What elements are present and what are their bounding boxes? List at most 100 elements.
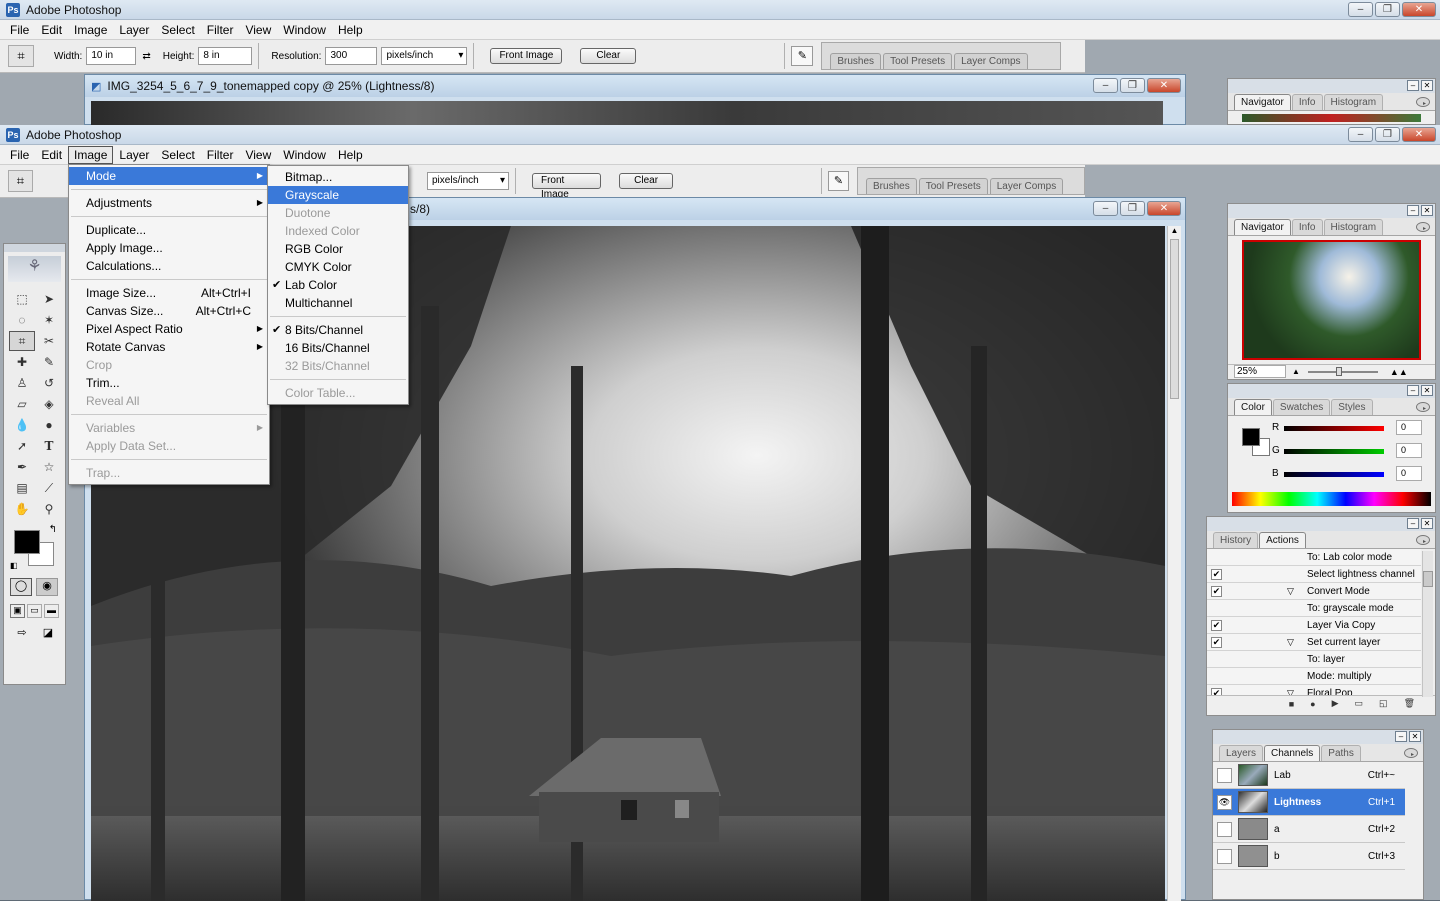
g-input[interactable]: 0 [1396,443,1422,458]
tab-navigator[interactable]: Navigator [1234,94,1291,110]
swap-icon[interactable]: ⇄ [142,51,150,62]
well-tab-tool-presets[interactable]: Tool Presets [883,53,953,69]
minimize-icon[interactable]: – [1093,78,1118,93]
close-icon[interactable]: ✕ [1402,127,1436,142]
menu-item-16-bits-channel[interactable]: 16 Bits/Channel [268,339,408,357]
new-action-icon[interactable]: ◱ [1379,698,1388,709]
blur-tool-icon[interactable]: 💧 [9,415,35,435]
action-row[interactable]: ✔ ▽ Set current layer [1207,634,1421,651]
expand-triangle-icon[interactable]: ▽ [1287,688,1294,696]
panel-close-icon[interactable]: ✕ [1421,385,1433,396]
action-toggle-checkbox[interactable]: ✔ [1211,687,1222,695]
units-select[interactable]: pixels/inch ▾ [381,47,468,65]
tab-actions[interactable]: Actions [1259,532,1306,548]
menu-item-calculations[interactable]: Calculations... [69,257,269,275]
panel-menu-icon[interactable]: ▸ [1404,748,1418,758]
menu-item-apply-image[interactable]: Apply Image... [69,239,269,257]
menu-select[interactable]: Select [155,146,200,164]
vertical-scrollbar[interactable]: ▲ [1167,226,1181,901]
imageready-icon[interactable]: ◪ [38,626,58,644]
new-set-icon[interactable]: ▭ [1355,698,1364,709]
action-row[interactable]: To: layer [1207,651,1421,668]
channel-row[interactable]: Lab Ctrl+~ [1213,762,1405,789]
menu-edit[interactable]: Edit [35,21,68,39]
channel-row[interactable]: b Ctrl+3 [1213,843,1405,870]
jump-to-imageready-icon[interactable]: ⇨ [10,626,34,644]
tab-paths[interactable]: Paths [1321,745,1361,761]
foreground-color-chip[interactable] [1242,428,1260,446]
visibility-eye-icon[interactable] [1217,767,1232,783]
scroll-up-icon[interactable]: ▲ [1168,226,1181,235]
pen-tool-icon[interactable]: ✒ [9,457,35,477]
crop-tool-icon[interactable]: ⌗ [9,331,35,351]
action-toggle-checkbox[interactable]: ✔ [1211,568,1222,580]
menu-filter[interactable]: Filter [201,21,240,39]
paint-bucket-tool-icon[interactable]: ◈ [36,394,62,414]
menu-item-canvas-size[interactable]: Canvas Size... Alt+Ctrl+C [69,302,269,320]
healing-brush-tool-icon[interactable]: ✚ [9,352,35,372]
r-slider[interactable] [1284,426,1384,431]
width-input[interactable]: 10 in [86,47,137,65]
restore-icon[interactable]: ❐ [1375,2,1400,17]
well-tab-brushes[interactable]: Brushes [830,53,882,69]
action-row[interactable]: ✔ Select lightness channel [1207,566,1421,583]
visibility-eye-icon[interactable] [1217,848,1232,864]
palette-icon[interactable]: ✎ [828,171,850,191]
tab-history[interactable]: History [1213,532,1259,548]
close-icon[interactable]: ✕ [1147,201,1181,216]
standard-screen-icon[interactable]: ▣ [10,604,25,618]
menu-select[interactable]: Select [155,21,200,39]
action-row[interactable]: ✔ Layer Via Copy [1207,617,1421,634]
action-toggle-checkbox[interactable]: ✔ [1211,585,1222,597]
panel-close-icon[interactable]: ✕ [1421,205,1433,216]
expand-triangle-icon[interactable]: ▽ [1287,637,1294,648]
menu-layer[interactable]: Layer [113,146,155,164]
menu-help[interactable]: Help [332,21,369,39]
panel-minimize-icon[interactable]: – [1395,731,1407,742]
default-colors-icon[interactable]: ◧ [10,561,18,570]
history-brush-tool-icon[interactable]: ↺ [36,373,62,393]
well-tab-tool-presets[interactable]: Tool Presets [918,178,988,194]
menu-item-image-size[interactable]: Image Size... Alt+Ctrl+I [69,284,269,302]
front-image-button[interactable]: Front Image [531,173,602,200]
zoom-input[interactable]: 25% [1234,365,1286,378]
menu-item-rotate-canvas[interactable]: Rotate Canvas ▶ [69,338,269,356]
menu-help[interactable]: Help [332,146,369,164]
type-tool-icon[interactable]: T [36,436,62,456]
resolution-input[interactable]: 300 [325,47,378,65]
menu-item-duplicate[interactable]: Duplicate... [69,221,269,239]
menu-file[interactable]: File [4,146,35,164]
panel-menu-icon[interactable]: ▸ [1416,402,1430,412]
tab-histogram[interactable]: Histogram [1323,94,1384,110]
color-ramp[interactable] [1232,492,1431,506]
close-icon[interactable]: ✕ [1147,78,1181,93]
tab-styles[interactable]: Styles [1331,399,1373,415]
menu-view[interactable]: View [239,21,277,39]
restore-icon[interactable]: ❐ [1375,127,1400,142]
trash-icon[interactable]: 🗑 [1404,698,1415,709]
quick-mask-icon[interactable]: ◉ [36,578,58,596]
minimize-icon[interactable]: – [1348,127,1373,142]
r-input[interactable]: 0 [1396,420,1422,435]
zoom-tool-icon[interactable]: ⚲ [36,499,62,519]
front-image-button[interactable]: Front Image [490,48,563,64]
navigator-thumbnail[interactable] [1242,240,1421,360]
menu-item-bitmap[interactable]: Bitmap... [268,168,408,186]
swap-colors-icon[interactable]: ↰ [49,524,57,535]
expand-triangle-icon[interactable]: ▽ [1287,586,1294,597]
action-row[interactable]: ✔ ▽ Floral Pop [1207,685,1421,695]
panel-menu-icon[interactable]: ▸ [1416,97,1430,107]
menu-item-trim[interactable]: Trim... [69,374,269,392]
hand-tool-icon[interactable]: ✋ [9,499,35,519]
zoom-out-icon[interactable]: ▲ [1292,367,1300,376]
crop-tool-icon[interactable]: ⌗ [8,170,33,192]
visibility-eye-icon[interactable]: 👁 [1217,794,1232,810]
dodge-tool-icon[interactable]: ● [36,415,62,435]
tab-histogram[interactable]: Histogram [1323,219,1384,235]
menu-edit[interactable]: Edit [35,146,68,164]
fullscreen-menu-icon[interactable]: ▭ [27,604,42,618]
tab-layers[interactable]: Layers [1219,745,1264,761]
menu-item-grayscale[interactable]: Grayscale [268,186,408,204]
action-toggle-checkbox[interactable]: ✔ [1211,636,1222,648]
restore-icon[interactable]: ❐ [1120,78,1145,93]
